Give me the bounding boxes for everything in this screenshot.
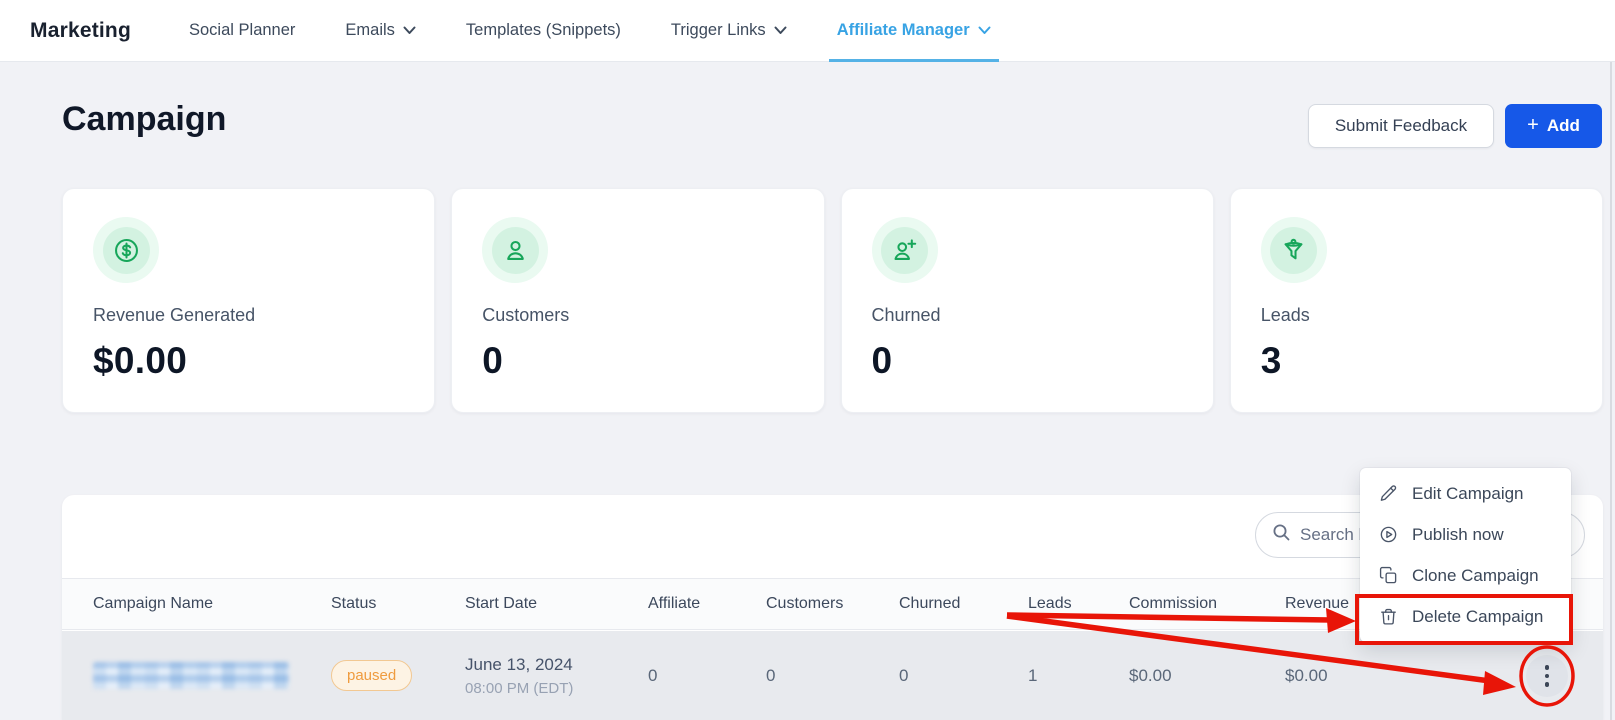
funnel-icon (1270, 227, 1317, 274)
start-date-cell: June 13, 2024 08:00 PM (EDT) (465, 655, 648, 697)
submit-feedback-button[interactable]: Submit Feedback (1308, 104, 1494, 148)
tab-templates-snippets[interactable]: Templates (Snippets) (462, 0, 625, 62)
menu-item-edit-campaign[interactable]: Edit Campaign (1360, 473, 1571, 514)
menu-item-label: Clone Campaign (1412, 566, 1539, 586)
start-time: 08:00 PM (EDT) (465, 680, 648, 697)
stat-card-revenue: Revenue Generated $0.00 (62, 188, 435, 413)
add-button-label: Add (1547, 116, 1580, 136)
menu-item-clone-campaign[interactable]: Clone Campaign (1360, 555, 1571, 596)
stat-label: Customers (482, 305, 793, 326)
stat-value: 0 (872, 340, 1183, 382)
stat-card-customers: Customers 0 (451, 188, 824, 413)
status-cell: paused (331, 660, 465, 691)
tab-label: Templates (Snippets) (466, 21, 621, 40)
trash-icon (1379, 607, 1398, 626)
user-plus-icon (881, 227, 928, 274)
column-header-campaign-name[interactable]: Campaign Name (93, 595, 331, 613)
search-icon (1272, 523, 1291, 547)
column-header-status[interactable]: Status (331, 595, 465, 613)
affiliate-manager-campaign-page: Marketing Social Planner Emails Template… (0, 0, 1615, 720)
menu-item-label: Delete Campaign (1412, 607, 1543, 627)
top-navigation: Marketing Social Planner Emails Template… (0, 0, 1615, 62)
column-header-customers[interactable]: Customers (766, 595, 899, 613)
churned-cell: 0 (899, 666, 1028, 686)
stat-label: Leads (1261, 305, 1572, 326)
column-header-start-date[interactable]: Start Date (465, 595, 648, 613)
chevron-down-icon (774, 26, 787, 35)
tab-social-planner[interactable]: Social Planner (185, 0, 299, 62)
campaign-name-cell[interactable] (93, 662, 331, 689)
tab-emails[interactable]: Emails (341, 0, 420, 62)
stat-cards: Revenue Generated $0.00 Customers 0 (62, 188, 1603, 413)
tab-label: Emails (345, 21, 395, 40)
tab-label: Social Planner (189, 21, 295, 40)
window-edge (1610, 0, 1612, 720)
dollar-circle-icon (103, 227, 150, 274)
chevron-down-icon (978, 26, 991, 35)
chevron-down-icon (403, 26, 416, 35)
blurred-campaign-name (93, 662, 289, 689)
stat-value: 0 (482, 340, 793, 382)
row-actions-context-menu: Edit Campaign Publish now Clone Campaign (1360, 468, 1571, 642)
tab-label: Trigger Links (671, 21, 766, 40)
stat-value: 3 (1261, 340, 1572, 382)
commission-cell: $0.00 (1129, 666, 1285, 686)
revenue-cell: $0.00 (1285, 666, 1445, 686)
column-header-affiliate[interactable]: Affiliate (648, 595, 766, 613)
menu-item-label: Publish now (1412, 525, 1504, 545)
user-icon (492, 227, 539, 274)
leads-cell: 1 (1028, 666, 1129, 686)
page-title: Campaign (62, 100, 226, 139)
stat-card-churned: Churned 0 (841, 188, 1214, 413)
stat-label: Churned (872, 305, 1183, 326)
add-campaign-button[interactable]: + Add (1505, 104, 1602, 148)
stat-value: $0.00 (93, 340, 404, 382)
menu-item-label: Edit Campaign (1412, 484, 1524, 504)
play-circle-icon (1379, 525, 1398, 544)
table-row[interactable]: paused June 13, 2024 08:00 PM (EDT) 0 0 … (62, 631, 1603, 720)
stat-card-leads: Leads 3 (1230, 188, 1603, 413)
page-section-title: Marketing (30, 19, 131, 43)
column-header-churned[interactable]: Churned (899, 595, 1028, 613)
affiliate-cell: 0 (648, 666, 766, 686)
status-badge: paused (331, 660, 412, 691)
start-date: June 13, 2024 (465, 655, 648, 675)
tab-trigger-links[interactable]: Trigger Links (667, 0, 791, 62)
plus-icon: + (1527, 115, 1539, 135)
column-header-commission[interactable]: Commission (1129, 595, 1285, 613)
tab-label: Affiliate Manager (837, 21, 970, 40)
menu-item-delete-campaign[interactable]: Delete Campaign (1360, 596, 1571, 637)
tab-affiliate-manager[interactable]: Affiliate Manager (833, 0, 995, 62)
column-header-leads[interactable]: Leads (1028, 595, 1129, 613)
row-actions-kebab-menu-button[interactable] (1526, 655, 1568, 697)
customers-cell: 0 (766, 666, 899, 686)
menu-item-publish-now[interactable]: Publish now (1360, 514, 1571, 555)
pencil-icon (1379, 484, 1398, 503)
copy-icon (1379, 566, 1398, 585)
stat-label: Revenue Generated (93, 305, 404, 326)
